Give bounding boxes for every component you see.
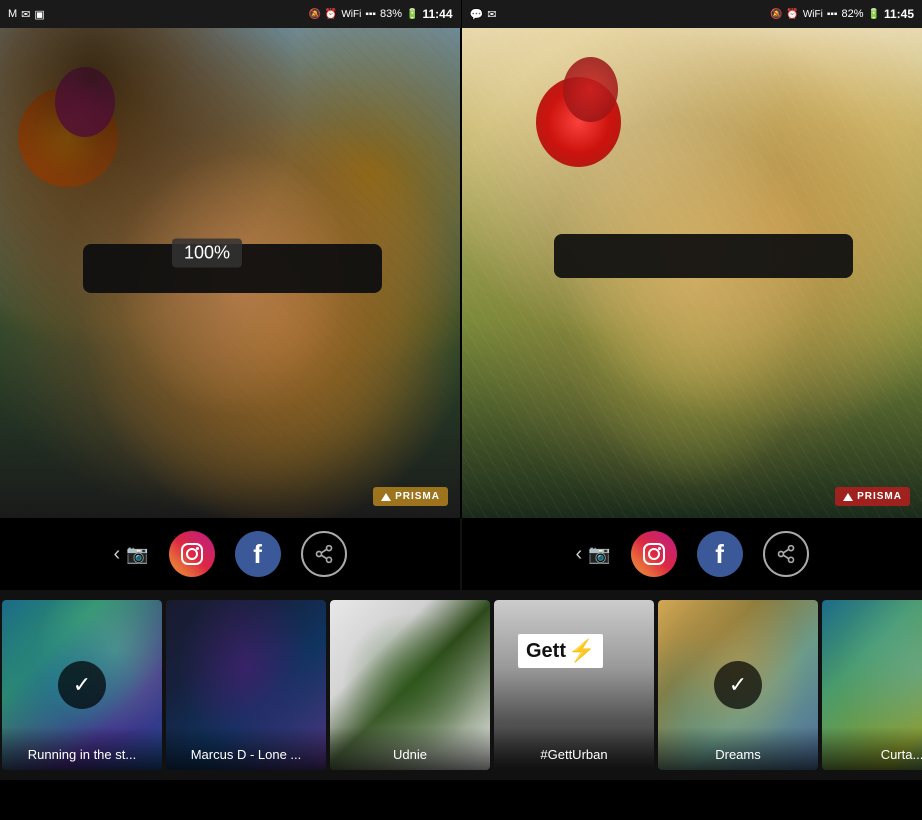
- face-right: [563, 136, 830, 420]
- share-icon-right: [776, 544, 796, 564]
- signal-icon: ▪▪▪: [365, 9, 376, 20]
- instagram-btn-left[interactable]: [169, 531, 215, 577]
- mute-icon: 🔕: [308, 9, 320, 20]
- share-btn-left[interactable]: [301, 531, 347, 577]
- filter-item-1[interactable]: ✓ Running in the st...: [2, 600, 162, 770]
- prisma-watermark-right: PRISMA: [835, 487, 910, 506]
- back-camera-right[interactable]: ‹ 📷: [575, 543, 610, 566]
- action-bar-left: ‹ 📷 f: [0, 518, 460, 590]
- filter-item-4[interactable]: Gett ⚡ #GettUrban: [494, 600, 654, 770]
- wifi-icon: WiFi: [341, 9, 361, 20]
- battery-label-r: 82%: [841, 8, 863, 20]
- time-right: 11:45: [884, 7, 914, 21]
- filter-check-1: ✓: [58, 661, 106, 709]
- status-bars: M ✉ ▣ 🔕 ⏰ WiFi ▪▪▪ 83% 🔋 11:44 💬 ✉ 🔕 ⏰ W…: [0, 0, 922, 28]
- back-chevron-right[interactable]: ‹: [575, 543, 582, 566]
- alarm-icon: ⏰: [325, 9, 337, 20]
- gett-label: Gett ⚡: [518, 634, 603, 668]
- filter-item-3[interactable]: Udnie: [330, 600, 490, 770]
- gett-text: Gett: [526, 640, 566, 663]
- messenger-icon: 💬: [470, 8, 484, 21]
- facebook-icon-left: f: [253, 539, 262, 570]
- filter-label-3: Udnie: [330, 727, 490, 770]
- check-icon-5: ✓: [729, 672, 747, 698]
- mute-icon-r: 🔕: [770, 9, 782, 20]
- instagram-icon-left: [180, 542, 204, 566]
- action-bars: ‹ 📷 f ‹ 📷: [0, 518, 922, 590]
- action-bar-right: ‹ 📷 f: [460, 518, 922, 590]
- triangle-icon-left: [381, 493, 391, 501]
- facebook-icon-right: f: [715, 539, 724, 570]
- gmail-icon: M: [8, 8, 17, 20]
- battery-icon: 🔋: [406, 9, 418, 20]
- status-right-icons-left: 🔕 ⏰ WiFi ▪▪▪ 83% 🔋 11:44: [308, 7, 452, 21]
- filter-label-5: Dreams: [658, 727, 818, 770]
- back-chevron-left[interactable]: ‹: [113, 543, 120, 566]
- wifi-icon-r: WiFi: [803, 9, 823, 20]
- percent-badge: 100%: [172, 239, 242, 268]
- camera-icon-left[interactable]: 📷: [126, 544, 148, 565]
- facebook-btn-right[interactable]: f: [697, 531, 743, 577]
- triangle-icon-right: [843, 493, 853, 501]
- status-bar-left: M ✉ ▣ 🔕 ⏰ WiFi ▪▪▪ 83% 🔋 11:44: [0, 0, 461, 28]
- status-bar-right: 💬 ✉ 🔕 ⏰ WiFi ▪▪▪ 82% 🔋 11:45: [461, 0, 922, 28]
- instagram-btn-right[interactable]: [631, 531, 677, 577]
- alarm-icon-r: ⏰: [786, 9, 798, 20]
- photo-icon: ▣: [34, 8, 44, 21]
- status-right-left-icons: 💬 ✉: [470, 8, 497, 21]
- filter-item-2[interactable]: Marcus D - Lone ...: [166, 600, 326, 770]
- photo-panel-right: PRISMA: [460, 28, 922, 518]
- camera-icon-right[interactable]: 📷: [588, 544, 610, 565]
- time-left: 11:44: [422, 7, 452, 21]
- back-camera-left[interactable]: ‹ 📷: [113, 543, 148, 566]
- status-right-right-icons: 🔕 ⏰ WiFi ▪▪▪ 82% 🔋 11:45: [770, 7, 914, 21]
- filter-item-5[interactable]: ✓ Dreams: [658, 600, 818, 770]
- photo-panel-left: 100% PRISMA: [0, 28, 460, 518]
- battery-icon-r: 🔋: [868, 9, 880, 20]
- gett-person-icon: ⚡: [568, 638, 595, 664]
- email-icon: ✉: [487, 8, 496, 21]
- status-left-icons: M ✉ ▣: [8, 8, 45, 21]
- facebook-btn-left[interactable]: f: [235, 531, 281, 577]
- photos-row: 100% PRISMA PRISMA: [0, 28, 922, 518]
- filter-label-1: Running in the st...: [2, 727, 162, 770]
- filter-item-6[interactable]: Curta...: [822, 600, 922, 770]
- filter-label-4: #GettUrban: [494, 727, 654, 770]
- share-btn-right[interactable]: [763, 531, 809, 577]
- signal-icon-r: ▪▪▪: [827, 9, 838, 20]
- battery-label: 83%: [380, 8, 402, 20]
- filter-strip: ✓ Running in the st... Marcus D - Lone .…: [0, 590, 922, 780]
- msg-icon: ✉: [21, 8, 30, 21]
- instagram-icon-right: [642, 542, 666, 566]
- check-icon-1: ✓: [73, 672, 91, 698]
- sunglasses-right: [554, 234, 853, 278]
- filter-label-6: Curta...: [822, 727, 922, 770]
- filter-label-2: Marcus D - Lone ...: [166, 727, 326, 770]
- filter-check-5: ✓: [714, 661, 762, 709]
- share-icon-left: [314, 544, 334, 564]
- prisma-watermark-left: PRISMA: [373, 487, 448, 506]
